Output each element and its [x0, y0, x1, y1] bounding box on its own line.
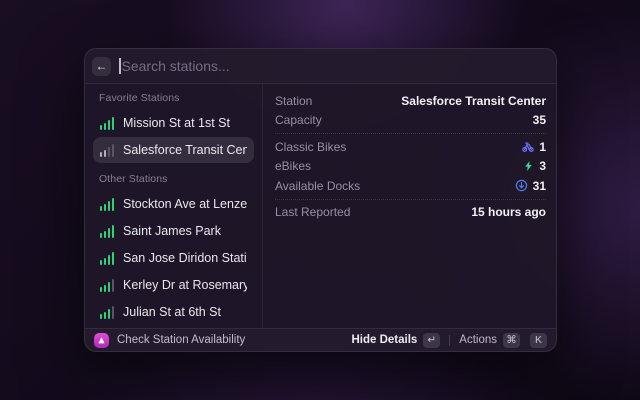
list-item-kerley-dr[interactable]: Kerley Dr at Rosemary St	[93, 272, 254, 298]
arrow-down-circle-icon	[515, 179, 528, 192]
footer-separator	[449, 335, 450, 346]
content-area: Favorite Stations Mission St at 1st St S…	[85, 84, 556, 328]
detail-label: Capacity	[275, 113, 322, 127]
detail-value: 3	[523, 159, 546, 173]
command-info: Check Station Availability	[94, 333, 245, 348]
detail-divider	[275, 199, 546, 200]
detail-row-station: Station Salesforce Transit Center	[275, 91, 546, 111]
detail-row-ebikes: eBikes 3	[275, 157, 546, 177]
k-key-icon: K	[530, 333, 547, 348]
detail-value: 31	[515, 179, 546, 193]
signal-bars-icon	[100, 144, 114, 157]
station-name: San Jose Diridon Station	[123, 251, 247, 265]
available-docks-count: 31	[533, 179, 546, 193]
list-item-salesforce-transit-center-selected[interactable]: Salesforce Transit Center	[93, 137, 254, 163]
section-header-favorites: Favorite Stations	[93, 84, 254, 109]
station-name: Julian St at 6th St	[123, 305, 221, 319]
list-item-san-jose-diridon[interactable]: San Jose Diridon Station	[93, 245, 254, 271]
list-item-stockton-ave[interactable]: Stockton Ave at Lenzen Ave	[93, 191, 254, 217]
back-button[interactable]: ←	[92, 57, 111, 76]
search-input[interactable]	[122, 58, 547, 74]
detail-label: eBikes	[275, 159, 311, 173]
station-name: Mission St at 1st St	[123, 116, 230, 130]
signal-bars-icon	[100, 306, 114, 319]
hide-details-button[interactable]: Hide Details ↵	[351, 333, 440, 348]
detail-value: Salesforce Transit Center	[401, 94, 546, 108]
text-caret	[119, 58, 121, 74]
actions-button[interactable]: Actions ⌘ K	[459, 333, 547, 348]
signal-bars-icon	[100, 117, 114, 130]
hide-details-label: Hide Details	[351, 334, 417, 346]
station-list: Favorite Stations Mission St at 1st St S…	[85, 84, 263, 328]
action-bar: Check Station Availability Hide Details …	[85, 328, 556, 351]
signal-bars-icon	[100, 252, 114, 265]
footer-actions: Hide Details ↵ Actions ⌘ K	[351, 333, 547, 348]
signal-bars-icon	[100, 225, 114, 238]
list-item-mission-st[interactable]: Mission St at 1st St	[93, 110, 254, 136]
signal-bars-icon	[100, 198, 114, 211]
list-item-julian-st[interactable]: Julian St at 6th St	[93, 299, 254, 325]
bike-icon	[522, 141, 534, 153]
detail-row-available-docks: Available Docks 31	[275, 176, 546, 196]
search-bar: ←	[85, 49, 556, 84]
classic-bikes-count: 1	[539, 140, 546, 154]
command-name: Check Station Availability	[117, 334, 245, 346]
lightning-bolt-icon	[523, 160, 534, 172]
detail-row-last-reported: Last Reported 15 hours ago	[275, 203, 546, 223]
station-name: Salesforce Transit Center	[123, 143, 247, 157]
station-details-panel: Station Salesforce Transit Center Capaci…	[263, 84, 556, 328]
actions-label: Actions	[459, 334, 497, 346]
raycast-logo-icon	[94, 333, 109, 348]
detail-value: 15 hours ago	[471, 205, 546, 219]
station-name: Kerley Dr at Rosemary St	[123, 278, 247, 292]
ebikes-count: 3	[539, 159, 546, 173]
detail-row-classic-bikes: Classic Bikes 1	[275, 137, 546, 157]
arrow-left-icon: ←	[96, 59, 108, 73]
detail-label: Classic Bikes	[275, 140, 346, 154]
section-header-other: Other Stations	[93, 164, 254, 190]
detail-divider	[275, 133, 546, 134]
station-name: Saint James Park	[123, 224, 221, 238]
list-item-saint-james-park[interactable]: Saint James Park	[93, 218, 254, 244]
signal-bars-icon	[100, 279, 114, 292]
detail-label: Available Docks	[275, 179, 360, 193]
detail-row-capacity: Capacity 35	[275, 111, 546, 131]
detail-value: 1	[522, 140, 546, 154]
launcher-window: ← Favorite Stations Mission St at 1st St…	[84, 48, 557, 352]
command-key-icon: ⌘	[503, 333, 520, 348]
detail-value: 35	[533, 113, 546, 127]
station-name: Stockton Ave at Lenzen Ave	[123, 197, 247, 211]
detail-label: Last Reported	[275, 205, 350, 219]
return-key-icon: ↵	[423, 333, 440, 348]
detail-label: Station	[275, 94, 312, 108]
